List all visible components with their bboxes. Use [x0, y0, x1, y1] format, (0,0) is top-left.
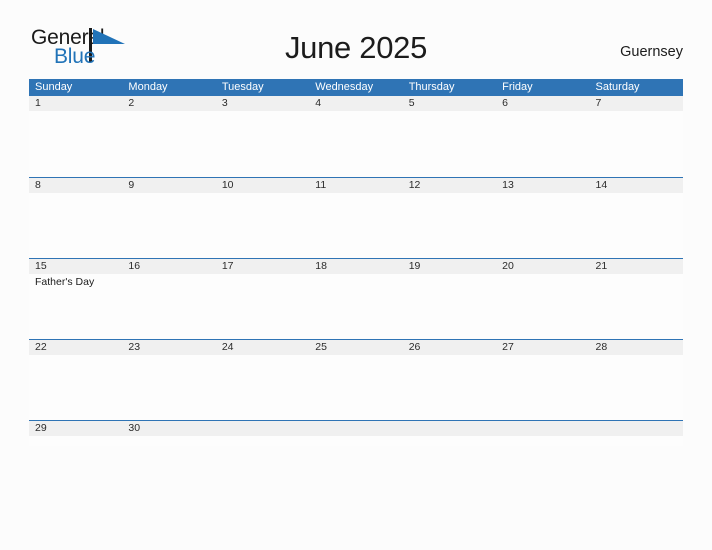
weekday-header-sunday: Sunday — [35, 81, 73, 93]
day-number: 28 — [595, 341, 608, 353]
calendar-day-cell[interactable]: 12 — [403, 178, 496, 258]
calendar-week-row: 15 Father's Day 16 17 18 19 20 21 — [29, 258, 683, 339]
day-number: 6 — [502, 97, 508, 109]
calendar-day-cell[interactable]: 8 — [29, 178, 122, 258]
calendar-day-cell-empty — [309, 421, 402, 446]
calendar-grid: Sunday Monday Tuesday Wednesday Thursday… — [29, 79, 683, 446]
calendar-day-cell[interactable]: 24 — [216, 340, 309, 420]
day-number: 17 — [221, 260, 234, 272]
calendar-weeks: 1 2 3 4 5 6 7 8 9 10 11 12 13 14 15 Father's Day 16 17 18 1… — [29, 96, 683, 446]
page-header: General Blue June 2025 Guernsey — [29, 26, 683, 74]
calendar-day-cell[interactable]: 27 — [496, 340, 589, 420]
calendar-day-cells: 22 23 24 25 26 27 28 — [29, 340, 683, 420]
calendar-day-cell[interactable]: 13 — [496, 178, 589, 258]
calendar-day-cell[interactable]: 11 — [309, 178, 402, 258]
calendar-day-cell[interactable]: 10 — [216, 178, 309, 258]
weekday-header-wednesday: Wednesday — [315, 81, 374, 93]
calendar-day-cell[interactable]: 3 — [216, 96, 309, 177]
day-number: 29 — [35, 422, 47, 434]
day-number: 18 — [315, 260, 327, 272]
day-number: 8 — [35, 179, 41, 191]
day-number: 19 — [408, 260, 421, 272]
calendar-day-cell-empty — [590, 421, 683, 446]
calendar-day-cell[interactable]: 16 — [122, 259, 215, 339]
calendar-day-cell[interactable]: 4 — [309, 96, 402, 177]
weekday-header-thursday: Thursday — [408, 81, 455, 93]
calendar-day-cells: 1 2 3 4 5 6 7 — [29, 96, 683, 177]
day-number: 24 — [221, 341, 234, 353]
day-number: 3 — [221, 97, 228, 109]
calendar-day-cells: 15 Father's Day 16 17 18 19 20 21 — [29, 259, 683, 339]
weekday-header-saturday: Saturday — [595, 81, 640, 93]
day-number: 4 — [315, 97, 322, 109]
weekday-header-monday: Monday — [128, 81, 168, 93]
calendar-day-cell-empty — [496, 421, 589, 446]
page-title: June 2025 — [284, 30, 428, 65]
calendar-day-cell[interactable]: 7 — [590, 96, 683, 177]
day-number: 30 — [128, 422, 141, 434]
calendar-day-cell[interactable]: 29 — [29, 421, 122, 446]
calendar-page: General Blue June 2025 Guernsey Sunday M… — [0, 0, 712, 550]
calendar-day-cell[interactable]: 22 — [29, 340, 122, 420]
calendar-day-cell[interactable]: 21 — [590, 259, 683, 339]
calendar-day-cells: 29 30 — [29, 421, 683, 446]
day-number: 20 — [502, 260, 514, 272]
day-number: 15 — [35, 260, 47, 272]
calendar-day-cell[interactable]: 15 Father's Day — [29, 259, 122, 339]
day-number: 27 — [502, 341, 514, 353]
calendar-day-cell[interactable]: 26 — [403, 340, 496, 420]
calendar-week-row: 22 23 24 25 26 27 28 — [29, 339, 683, 420]
day-number: 5 — [408, 97, 415, 109]
calendar-day-cell[interactable]: 17 — [216, 259, 309, 339]
calendar-day-cell[interactable]: 28 — [590, 340, 683, 420]
day-number: 21 — [595, 260, 608, 272]
day-events: Father's Day — [35, 274, 122, 289]
calendar-day-cell[interactable]: 30 — [122, 421, 215, 446]
day-number: 9 — [128, 179, 135, 191]
day-number: 2 — [128, 97, 135, 109]
weekday-header-friday: Friday — [502, 81, 533, 93]
weekday-header-row: Sunday Monday Tuesday Wednesday Thursday… — [29, 79, 683, 96]
calendar-day-cell[interactable]: 2 — [122, 96, 215, 177]
calendar-day-cell[interactable]: 19 — [403, 259, 496, 339]
day-number: 16 — [128, 260, 141, 272]
calendar-day-cell[interactable]: 9 — [122, 178, 215, 258]
day-number: 14 — [595, 179, 608, 191]
calendar-day-cell[interactable]: 1 — [29, 96, 122, 177]
calendar-day-cell[interactable]: 23 — [122, 340, 215, 420]
calendar-week-row: 1 2 3 4 5 6 7 — [29, 96, 683, 177]
calendar-week-row: 29 30 — [29, 420, 683, 446]
weekday-header-tuesday: Tuesday — [221, 81, 264, 93]
calendar-day-cell-empty — [403, 421, 496, 446]
day-number: 12 — [408, 179, 421, 191]
calendar-day-cells: 8 9 10 11 12 13 14 — [29, 178, 683, 258]
calendar-day-cell[interactable]: 20 — [496, 259, 589, 339]
calendar-day-cell[interactable]: 6 — [496, 96, 589, 177]
calendar-week-row: 8 9 10 11 12 13 14 — [29, 177, 683, 258]
day-number: 22 — [35, 341, 47, 353]
calendar-day-cell[interactable]: 14 — [590, 178, 683, 258]
calendar-day-cell-empty — [216, 421, 309, 446]
day-number: 10 — [221, 179, 234, 191]
day-number: 1 — [35, 97, 41, 109]
day-number: 7 — [595, 97, 602, 109]
calendar-day-cell[interactable]: 25 — [309, 340, 402, 420]
day-event-label: Father's Day — [35, 276, 95, 288]
day-number: 26 — [408, 341, 421, 353]
day-number: 25 — [315, 341, 327, 353]
calendar-day-cell[interactable]: 5 — [403, 96, 496, 177]
locale-label: Guernsey — [620, 44, 683, 60]
day-number: 23 — [128, 341, 141, 353]
calendar-day-cell[interactable]: 18 — [309, 259, 402, 339]
day-number: 11 — [315, 179, 327, 191]
day-number: 13 — [502, 179, 514, 191]
